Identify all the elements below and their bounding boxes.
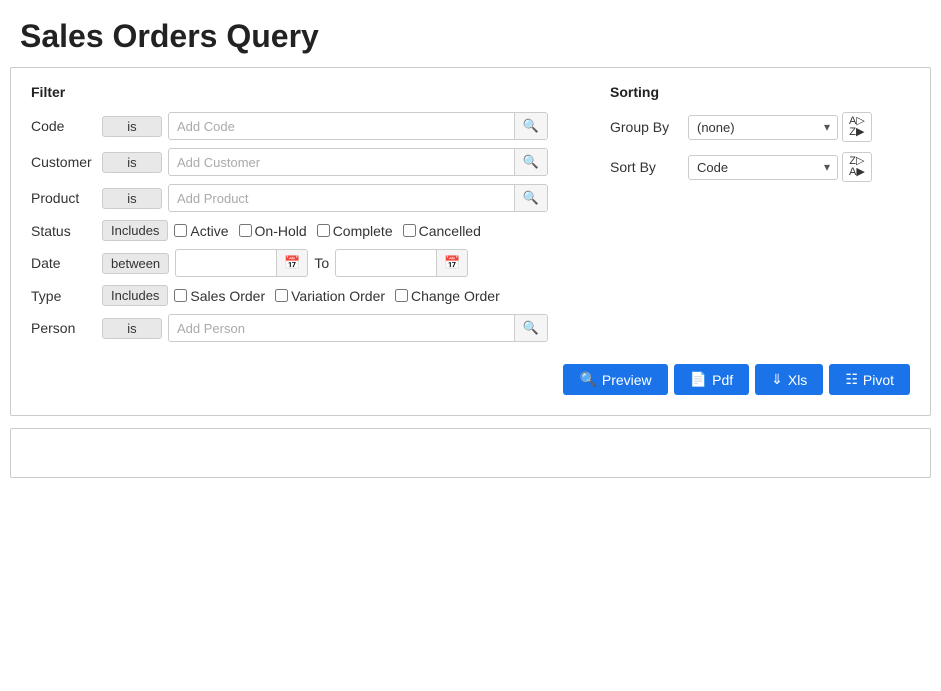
- date-from-calendar-button[interactable]: 📅: [276, 250, 307, 276]
- pdf-label: Pdf: [712, 372, 733, 388]
- type-checkbox-group: Sales Order Variation Order Change Order: [174, 288, 499, 304]
- filter-input-customer[interactable]: [169, 151, 514, 174]
- filter-row-date: Date between 📅 To 📅: [31, 249, 570, 277]
- filter-input-person-wrap: 🔍: [168, 314, 548, 342]
- pdf-icon: 📄: [690, 371, 707, 388]
- page-title: Sales Orders Query: [20, 18, 921, 55]
- date-to-input[interactable]: [336, 252, 436, 275]
- filter-label-type: Type: [31, 288, 96, 304]
- filter-label-customer: Customer: [31, 154, 96, 170]
- filter-heading: Filter: [31, 84, 570, 100]
- filter-search-person-button[interactable]: 🔍: [514, 315, 547, 341]
- date-to-calendar-button[interactable]: 📅: [436, 250, 467, 276]
- status-onhold-item[interactable]: On-Hold: [239, 223, 307, 239]
- filter-badge-date: between: [102, 253, 169, 274]
- filter-label-code: Code: [31, 118, 96, 134]
- status-active-label: Active: [190, 223, 228, 239]
- filter-row-type: Type Includes Sales Order Variation Orde…: [31, 285, 570, 306]
- filter-row-code: Code is 🔍: [31, 112, 570, 140]
- status-cancelled-item[interactable]: Cancelled: [403, 223, 481, 239]
- filter-badge-person: is: [102, 318, 162, 339]
- filter-row-product: Product is 🔍: [31, 184, 570, 212]
- filter-badge-status: Includes: [102, 220, 168, 241]
- filter-input-product[interactable]: [169, 187, 514, 210]
- groupby-select-wrap: (none) A​▷Z​▶: [688, 112, 872, 142]
- type-changeorder-item[interactable]: Change Order: [395, 288, 500, 304]
- type-changeorder-label: Change Order: [411, 288, 500, 304]
- status-cancelled-label: Cancelled: [419, 223, 481, 239]
- status-onhold-checkbox[interactable]: [239, 224, 252, 237]
- actions-row: 🔍 Preview 📄 Pdf ⇓ Xls ☷ Pivot: [31, 364, 910, 395]
- filter-input-customer-wrap: 🔍: [168, 148, 548, 176]
- sorting-row-groupby: Group By (none) A​▷Z​▶: [610, 112, 910, 142]
- date-from-input[interactable]: [176, 252, 276, 275]
- date-from-wrap: 📅: [175, 249, 308, 277]
- filter-label-product: Product: [31, 190, 96, 206]
- filter-badge-customer: is: [102, 152, 162, 173]
- xls-button[interactable]: ⇓ Xls: [755, 364, 823, 395]
- sortby-sort-dir-button[interactable]: Z​▷A​▶: [842, 152, 872, 182]
- filter-search-code-button[interactable]: 🔍: [514, 113, 547, 139]
- status-complete-label: Complete: [333, 223, 393, 239]
- filter-badge-type: Includes: [102, 285, 168, 306]
- filter-search-product-button[interactable]: 🔍: [514, 185, 547, 211]
- sortby-select-container: Code: [688, 155, 838, 180]
- filter-label-date: Date: [31, 255, 96, 271]
- sorting-label-sortby: Sort By: [610, 159, 680, 175]
- filter-badge-product: is: [102, 188, 162, 209]
- sorting-heading: Sorting: [610, 84, 910, 100]
- filter-row-status: Status Includes Active On-Hold Complete: [31, 220, 570, 241]
- filter-label-status: Status: [31, 223, 96, 239]
- status-active-item[interactable]: Active: [174, 223, 228, 239]
- filter-input-code[interactable]: [169, 115, 514, 138]
- pivot-button[interactable]: ☷ Pivot: [829, 364, 910, 395]
- sorting-label-groupby: Group By: [610, 119, 680, 135]
- type-salesorder-item[interactable]: Sales Order: [174, 288, 265, 304]
- filter-label-person: Person: [31, 320, 96, 336]
- preview-button[interactable]: 🔍 Preview: [563, 364, 667, 395]
- filter-row-person: Person is 🔍: [31, 314, 570, 342]
- type-changeorder-checkbox[interactable]: [395, 289, 408, 302]
- main-panel: Filter Code is 🔍 Customer is 🔍: [10, 67, 931, 416]
- sortby-select-wrap: Code Z​▷A​▶: [688, 152, 872, 182]
- pivot-icon: ☷: [845, 371, 858, 388]
- status-checkbox-group: Active On-Hold Complete Cancelled: [174, 223, 480, 239]
- pdf-button[interactable]: 📄 Pdf: [674, 364, 749, 395]
- status-active-checkbox[interactable]: [174, 224, 187, 237]
- pivot-label: Pivot: [863, 372, 894, 388]
- date-to-label: To: [314, 255, 329, 271]
- date-range-group: 📅 To 📅: [175, 249, 468, 277]
- filter-input-product-wrap: 🔍: [168, 184, 548, 212]
- type-variationorder-label: Variation Order: [291, 288, 385, 304]
- search-icon: 🔍: [579, 371, 596, 388]
- filter-input-code-wrap: 🔍: [168, 112, 548, 140]
- xls-label: Xls: [788, 372, 807, 388]
- status-cancelled-checkbox[interactable]: [403, 224, 416, 237]
- filter-badge-code: is: [102, 116, 162, 137]
- result-panel: [10, 428, 931, 478]
- filter-search-customer-button[interactable]: 🔍: [514, 149, 547, 175]
- download-icon: ⇓: [771, 371, 783, 388]
- date-to-wrap: 📅: [335, 249, 468, 277]
- type-salesorder-checkbox[interactable]: [174, 289, 187, 302]
- type-variationorder-checkbox[interactable]: [275, 289, 288, 302]
- status-onhold-label: On-Hold: [255, 223, 307, 239]
- status-complete-item[interactable]: Complete: [317, 223, 393, 239]
- groupby-select[interactable]: (none): [688, 115, 838, 140]
- type-salesorder-label: Sales Order: [190, 288, 265, 304]
- type-variationorder-item[interactable]: Variation Order: [275, 288, 385, 304]
- status-complete-checkbox[interactable]: [317, 224, 330, 237]
- sorting-row-sortby: Sort By Code Z​▷A​▶: [610, 152, 910, 182]
- groupby-select-container: (none): [688, 115, 838, 140]
- sortby-select[interactable]: Code: [688, 155, 838, 180]
- preview-label: Preview: [602, 372, 652, 388]
- filter-section: Filter Code is 🔍 Customer is 🔍: [31, 84, 570, 350]
- sorting-section: Sorting Group By (none) A​▷Z​▶ So: [610, 84, 910, 350]
- groupby-sort-dir-button[interactable]: A​▷Z​▶: [842, 112, 872, 142]
- filter-input-person[interactable]: [169, 317, 514, 340]
- filter-row-customer: Customer is 🔍: [31, 148, 570, 176]
